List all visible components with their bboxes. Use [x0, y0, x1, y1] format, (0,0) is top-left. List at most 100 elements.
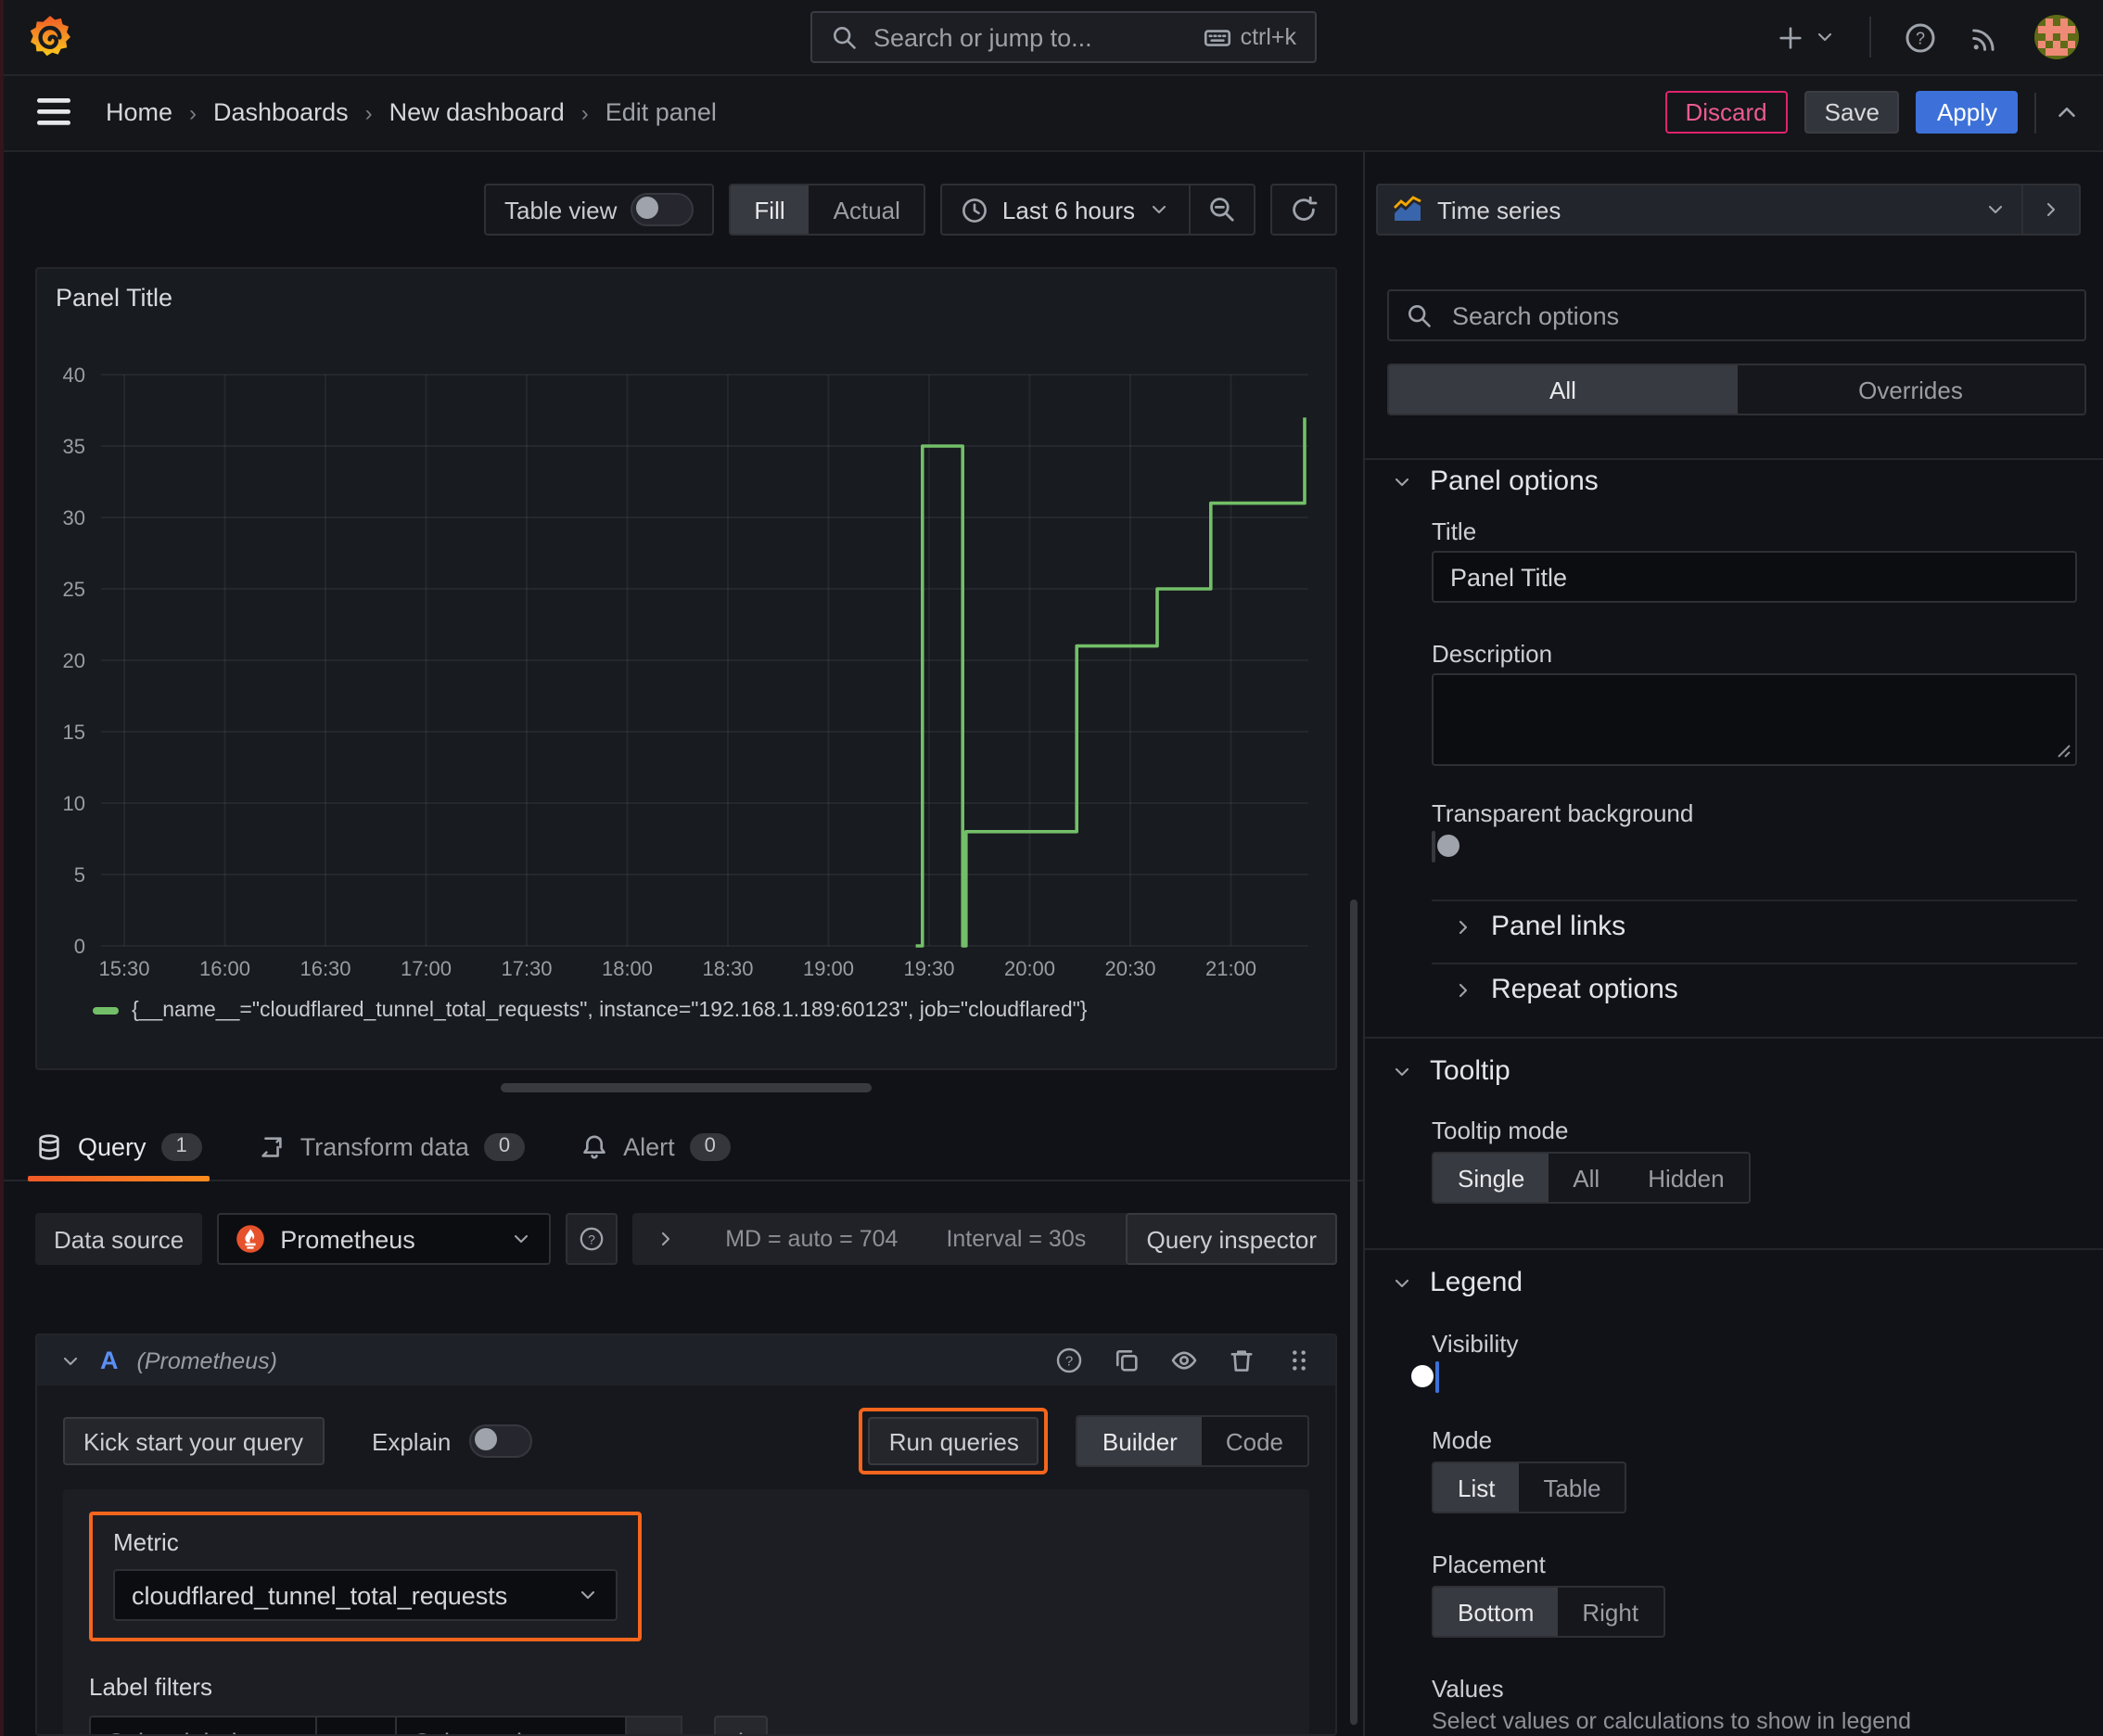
- section-tooltip[interactable]: Tooltip: [1391, 1055, 1510, 1087]
- grafana-edit-panel: Search or jump to... ctrl+k ? Home › Das…: [0, 0, 2103, 1736]
- tab-query[interactable]: Query 1: [28, 1113, 210, 1181]
- legend-placement-right[interactable]: Right: [1558, 1588, 1663, 1636]
- metric-select[interactable]: cloudflared_tunnel_total_requests: [113, 1569, 618, 1621]
- mega-menu-button[interactable]: [37, 98, 70, 126]
- run-queries-button[interactable]: Run queries: [868, 1417, 1039, 1465]
- explain-toggle[interactable]: [469, 1424, 533, 1458]
- time-range-picker[interactable]: Last 6 hours: [943, 185, 1189, 234]
- legend-values-label: Values: [1432, 1675, 1504, 1703]
- query-datasource-note: (Prometheus): [136, 1347, 277, 1373]
- actual-option[interactable]: Actual: [809, 185, 924, 234]
- refresh-icon: [1293, 196, 1318, 221]
- help-icon: ?: [580, 1227, 604, 1251]
- section-repeat-options[interactable]: Repeat options: [1452, 974, 1678, 1005]
- section-panel-links[interactable]: Panel links: [1452, 911, 1625, 942]
- page-header: Home › Dashboards › New dashboard › Edit…: [0, 74, 2103, 152]
- breadcrumb-edit-panel: Edit panel: [605, 98, 717, 126]
- plus-icon: [1779, 26, 1802, 48]
- search-icon: [834, 26, 856, 48]
- refresh-control: [1270, 184, 1337, 236]
- collapse-options-button[interactable]: [2023, 185, 2079, 234]
- fill-option[interactable]: Fill: [730, 185, 809, 234]
- query-ref-id: A: [100, 1347, 119, 1374]
- code-option[interactable]: Code: [1202, 1417, 1307, 1465]
- breadcrumb: Home › Dashboards › New dashboard › Edit…: [106, 74, 717, 150]
- kick-start-button[interactable]: Kick start your query: [63, 1417, 324, 1465]
- operator-dropdown[interactable]: =: [317, 1716, 397, 1736]
- chart-legend[interactable]: {__name__="cloudflared_tunnel_total_requ…: [93, 1000, 1087, 1022]
- section-panel-options[interactable]: Panel options: [1391, 466, 1599, 497]
- tooltip-hidden-option[interactable]: Hidden: [1624, 1154, 1748, 1202]
- chevron-right-icon: [1459, 919, 1468, 934]
- query-inspector-button[interactable]: Query inspector: [1126, 1213, 1337, 1265]
- query-row-header[interactable]: A (Prometheus) ?: [37, 1335, 1335, 1385]
- legend-placement-bottom[interactable]: Bottom: [1434, 1588, 1559, 1636]
- legend-mode-list[interactable]: List: [1434, 1463, 1520, 1512]
- svg-text:20: 20: [63, 649, 85, 672]
- refresh-button[interactable]: [1272, 185, 1335, 234]
- breadcrumb-dashboards[interactable]: Dashboards: [213, 98, 349, 126]
- svg-text:18:30: 18:30: [702, 957, 753, 980]
- remove-filter-button[interactable]: [627, 1716, 682, 1734]
- tab-transform[interactable]: Transform data 0: [258, 1113, 526, 1180]
- chevron-right-icon: [1459, 982, 1468, 997]
- chevron-down-icon: [276, 1730, 299, 1736]
- query-help-button[interactable]: ?: [1055, 1347, 1083, 1374]
- pane-resize-handle[interactable]: [501, 1083, 872, 1092]
- tab-overrides[interactable]: Overrides: [1737, 365, 2084, 414]
- discard-button[interactable]: Discard: [1664, 91, 1788, 134]
- delete-query-button[interactable]: [1228, 1347, 1255, 1374]
- panel-title-input[interactable]: [1432, 551, 2077, 603]
- grafana-logo[interactable]: [26, 13, 74, 67]
- select-label-dropdown[interactable]: Select label: [89, 1716, 317, 1736]
- query-options-bar[interactable]: MD = auto = 704 Interval = 30s Query ins…: [632, 1213, 1337, 1265]
- legend-mode-table[interactable]: Table: [1519, 1463, 1625, 1512]
- new-button[interactable]: [1777, 23, 1836, 51]
- help-button[interactable]: ?: [1905, 21, 1936, 53]
- drag-query-handle[interactable]: [1285, 1347, 1313, 1374]
- datasource-picker[interactable]: Prometheus: [217, 1213, 552, 1265]
- label-filter-row: Select label = Select value: [89, 1716, 1283, 1736]
- table-view-toggle-cell[interactable]: Table view: [486, 185, 711, 234]
- options-filter-tabs: All Overrides: [1387, 364, 2086, 415]
- collapse-header-button[interactable]: [2053, 98, 2081, 126]
- datasource-help-button[interactable]: ?: [566, 1213, 618, 1265]
- zoom-out-button[interactable]: [1191, 185, 1254, 234]
- save-button[interactable]: Save: [1803, 91, 1900, 134]
- panel-description-input[interactable]: [1432, 673, 2077, 766]
- chevron-down-icon: [63, 1356, 78, 1365]
- tab-all[interactable]: All: [1389, 365, 1737, 414]
- svg-text:15:30: 15:30: [98, 957, 149, 980]
- table-view-toggle[interactable]: [630, 193, 694, 226]
- duplicate-query-button[interactable]: [1113, 1347, 1141, 1374]
- svg-text:16:00: 16:00: [199, 957, 250, 980]
- apply-button[interactable]: Apply: [1916, 91, 2018, 134]
- search-input[interactable]: Search or jump to... ctrl+k: [810, 11, 1317, 63]
- breadcrumb-home[interactable]: Home: [106, 98, 172, 126]
- builder-option[interactable]: Builder: [1077, 1417, 1202, 1465]
- legend-visibility-toggle[interactable]: [1411, 1361, 1439, 1393]
- left-pane-scrollbar[interactable]: [1350, 900, 1357, 1725]
- hide-query-button[interactable]: [1170, 1347, 1198, 1374]
- tooltip-all-option[interactable]: All: [1549, 1154, 1624, 1202]
- transparent-bg-toggle[interactable]: [1432, 831, 1459, 862]
- chevron-down-icon: [363, 1730, 385, 1736]
- viz-picker-button[interactable]: Time series: [1378, 185, 2021, 234]
- tooltip-single-option[interactable]: Single: [1434, 1154, 1549, 1202]
- avatar[interactable]: [2034, 15, 2079, 59]
- add-filter-button[interactable]: [714, 1716, 768, 1734]
- breadcrumb-new-dashboard[interactable]: New dashboard: [389, 98, 565, 126]
- select-value-dropdown[interactable]: Select value: [397, 1716, 627, 1734]
- panel-preview[interactable]: Panel Title 0 5 10 15 20 25 30 35 40 15:30 16:00 16…: [35, 267, 1337, 1070]
- tooltip-mode-label: Tooltip mode: [1432, 1117, 1569, 1144]
- news-button[interactable]: [1969, 21, 2001, 53]
- query-builder: Metric cloudflared_tunnel_total_requests…: [63, 1489, 1309, 1736]
- viz-type-label: Time series: [1437, 196, 1561, 223]
- svg-text:40: 40: [63, 364, 85, 387]
- run-queries-highlight: Run queries: [859, 1408, 1049, 1474]
- builder-code-switch: Builder Code: [1076, 1415, 1309, 1467]
- tab-alert[interactable]: Alert 0: [580, 1113, 731, 1180]
- section-legend[interactable]: Legend: [1391, 1267, 1523, 1298]
- options-search-input[interactable]: [1448, 300, 2068, 331]
- breadcrumb-separator: ›: [364, 99, 373, 125]
